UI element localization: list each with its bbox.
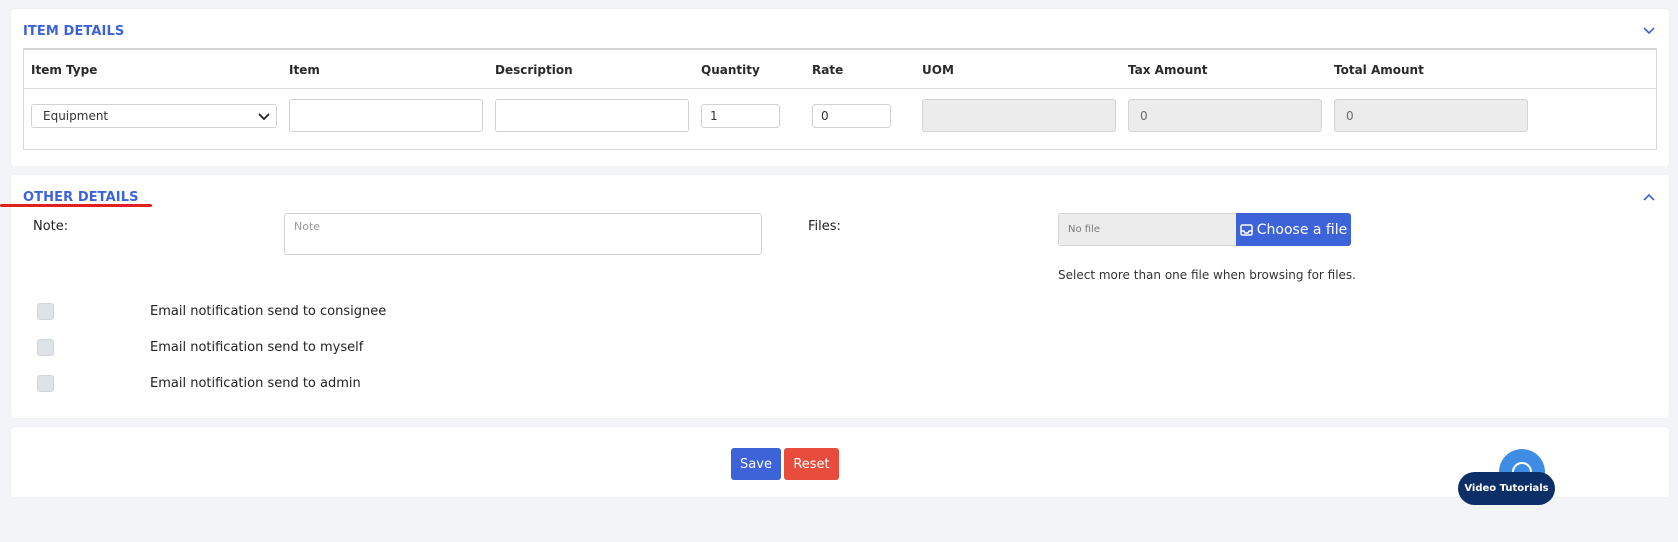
item-type-value: Equipment <box>43 109 109 123</box>
actions-card <box>11 427 1669 497</box>
header-divider <box>24 88 1656 89</box>
item-type-select[interactable]: Equipment <box>31 104 277 128</box>
choose-file-button[interactable]: Choose a file <box>1236 213 1351 246</box>
rate-input[interactable]: 0 <box>812 104 891 128</box>
item-input[interactable] <box>289 99 483 132</box>
chevron-up-icon[interactable] <box>1642 190 1656 204</box>
description-input[interactable] <box>495 99 689 132</box>
item-table: Item Type Item Description Quantity Rate… <box>23 48 1657 150</box>
admin-checkbox[interactable] <box>37 375 54 392</box>
col-header-item: Item <box>289 63 320 77</box>
note-textarea[interactable]: Note <box>284 213 762 255</box>
item-details-card: ITEM DETAILS Item Type Item Description … <box>11 9 1669 166</box>
consignee-checkbox-label: Email notification send to consignee <box>150 304 387 319</box>
reset-button[interactable]: Reset <box>784 448 839 480</box>
col-header-quantity: Quantity <box>701 63 760 77</box>
consignee-checkbox[interactable] <box>37 303 54 320</box>
col-header-tax-amount: Tax Amount <box>1128 63 1208 77</box>
myself-checkbox-label: Email notification send to myself <box>150 340 364 355</box>
note-placeholder: Note <box>294 220 321 233</box>
note-label: Note: <box>33 219 69 234</box>
uom-input <box>922 99 1116 132</box>
total-amount-input: 0 <box>1334 99 1528 132</box>
col-header-rate: Rate <box>812 63 844 77</box>
chevron-down-icon <box>258 113 270 121</box>
myself-checkbox[interactable] <box>37 339 54 356</box>
annotation-underline <box>0 204 152 207</box>
col-header-uom: UOM <box>922 63 954 77</box>
col-header-item-type: Item Type <box>31 63 98 77</box>
inbox-icon <box>1240 223 1253 236</box>
quantity-input[interactable]: 1 <box>701 104 780 128</box>
file-status: No file <box>1058 213 1236 246</box>
files-label: Files: <box>808 219 841 234</box>
choose-file-label: Choose a file <box>1256 221 1348 238</box>
video-tutorials-button[interactable]: Video Tutorials <box>1458 472 1555 505</box>
other-details-title: OTHER DETAILS <box>23 190 139 205</box>
save-button[interactable]: Save <box>731 448 781 480</box>
tax-amount-input: 0 <box>1128 99 1322 132</box>
item-details-title: ITEM DETAILS <box>23 24 125 39</box>
col-header-total-amount: Total Amount <box>1334 63 1424 77</box>
files-hint: Select more than one file when browsing … <box>1058 268 1356 282</box>
chevron-down-icon[interactable] <box>1642 24 1656 38</box>
admin-checkbox-label: Email notification send to admin <box>150 376 361 391</box>
col-header-description: Description <box>495 63 573 77</box>
